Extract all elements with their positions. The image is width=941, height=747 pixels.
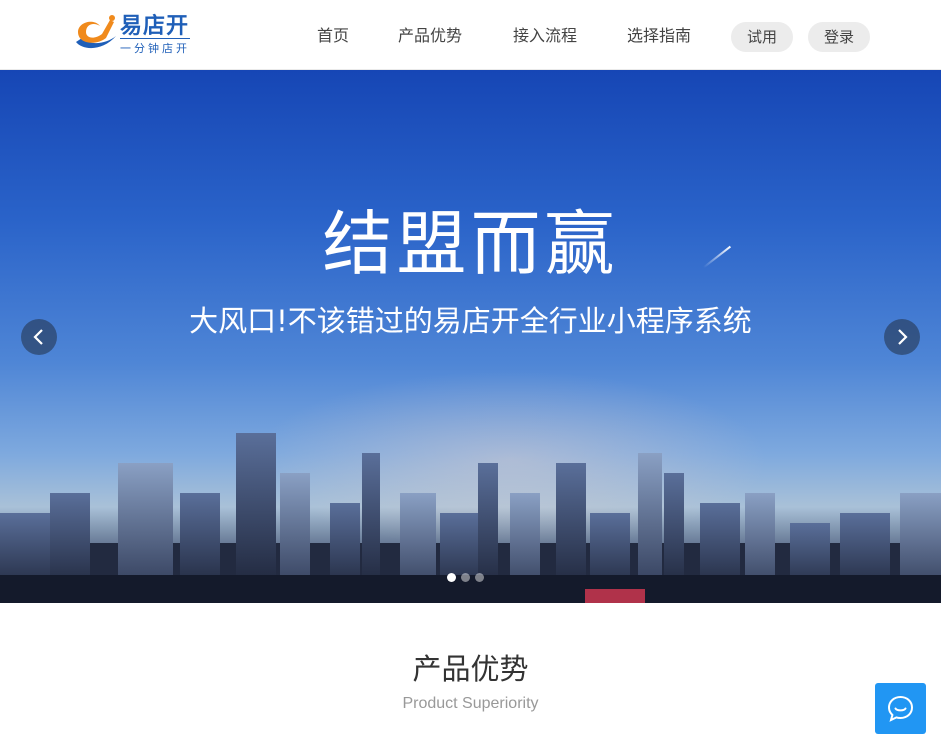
carousel-dot-1[interactable] (447, 573, 456, 582)
chevron-left-icon (33, 329, 43, 345)
chevron-right-icon (898, 329, 908, 345)
section-subtitle: Product Superiority (402, 695, 539, 712)
logo-subtitle: 一分钟店开 (120, 38, 190, 56)
banner-headline: 结盟而赢 (322, 203, 619, 285)
carousel-prev-button[interactable] (21, 319, 57, 355)
brand-logo[interactable]: 易店开 一分钟店开 (72, 8, 202, 56)
login-button[interactable]: 登录 (808, 22, 870, 52)
carousel-dot-3[interactable] (475, 573, 484, 582)
section-title: 产品优势 (412, 652, 529, 686)
logo-title: 易店开 (120, 14, 190, 39)
nav-product-advantages[interactable]: 产品优势 (398, 22, 462, 50)
site-header: 易店开 一分钟店开 首页 产品优势 接入流程 选择指南 试用 登录 (0, 0, 941, 70)
nav-selection-guide[interactable]: 选择指南 (627, 22, 691, 50)
carousel-dot-2[interactable] (461, 573, 470, 582)
city-skyline-image (0, 433, 941, 603)
nav-onboarding-process[interactable]: 接入流程 (513, 22, 577, 50)
hero-carousel: 结盟而赢 大风口!不该错过的易店开全行业小程序系统 (0, 70, 941, 603)
banner-subtitle: 大风口!不该错过的易店开全行业小程序系统 (189, 304, 752, 338)
chat-bubble-icon (887, 695, 914, 722)
logo-swoosh-icon (76, 15, 116, 49)
customer-chat-button[interactable] (875, 683, 926, 734)
nav-home[interactable]: 首页 (317, 22, 349, 50)
carousel-next-button[interactable] (884, 319, 920, 355)
trial-button[interactable]: 试用 (731, 22, 793, 52)
